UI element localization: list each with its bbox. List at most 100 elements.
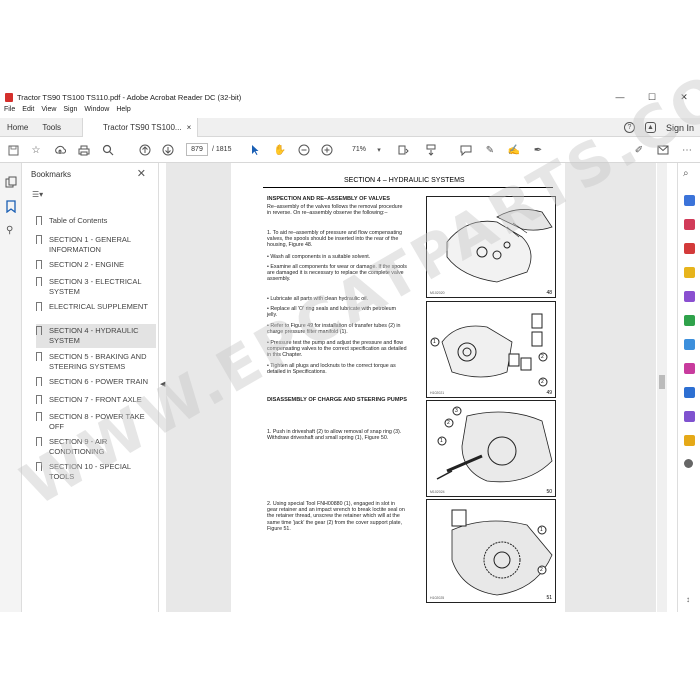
close-panel-icon[interactable]: ✕ bbox=[137, 167, 146, 180]
zoom-level[interactable]: 71% bbox=[352, 146, 366, 153]
intro-text: Re–assembly of the valves follows the re… bbox=[267, 204, 403, 217]
protect-icon[interactable] bbox=[684, 387, 695, 398]
step-text: • Wash all components in a suitable solv… bbox=[267, 254, 371, 260]
tab-document[interactable]: Tractor TS90 TS100... × bbox=[82, 117, 199, 137]
select-cursor-icon[interactable] bbox=[248, 143, 262, 157]
figure-number: 49 bbox=[546, 390, 552, 396]
heading-disassembly: DISASSEMBLY OF CHARGE AND STEERING PUMPS bbox=[267, 397, 407, 403]
figure-number: 51 bbox=[546, 595, 552, 601]
sign-in-button[interactable]: Sign In bbox=[666, 123, 694, 133]
edit-pdf-icon[interactable] bbox=[684, 243, 695, 254]
menu-view[interactable]: View bbox=[41, 106, 56, 118]
menu-sign[interactable]: Sign bbox=[63, 106, 77, 118]
notifications-icon[interactable]: ▲ bbox=[644, 122, 656, 133]
next-page-icon[interactable] bbox=[161, 143, 175, 157]
tools-settings-icon[interactable] bbox=[684, 459, 693, 468]
page-number-input[interactable]: 879 bbox=[186, 143, 208, 156]
email-icon[interactable] bbox=[656, 143, 670, 157]
bookmarks-header: Bookmarks ✕ bbox=[22, 163, 158, 185]
scan-ocr-icon[interactable] bbox=[684, 339, 695, 350]
tab-tools[interactable]: Tools bbox=[35, 118, 68, 137]
previous-page-icon[interactable] bbox=[138, 143, 152, 157]
figure-number: 50 bbox=[546, 489, 552, 495]
bookmarks-panel-icon[interactable] bbox=[6, 200, 16, 218]
zoom-in-icon[interactable] bbox=[320, 143, 334, 157]
minimize-button[interactable]: — bbox=[604, 88, 636, 106]
tab-close-icon[interactable]: × bbox=[187, 123, 192, 132]
create-pdf-icon[interactable] bbox=[684, 219, 695, 230]
bookmark-item[interactable]: SECTION 6 - POWER TRAIN bbox=[36, 377, 156, 387]
bookmark-label: SECTION 6 - POWER TRAIN bbox=[49, 377, 149, 386]
organize-pages-icon[interactable] bbox=[684, 315, 695, 326]
menu-help[interactable]: Help bbox=[116, 106, 130, 118]
expand-right-panel-icon[interactable]: ↕ bbox=[686, 595, 690, 604]
highlight-pen-icon[interactable]: ✎ bbox=[483, 143, 497, 157]
more-tools-icon[interactable]: ⋯ bbox=[680, 143, 694, 157]
acrobat-icon bbox=[5, 92, 13, 102]
attachments-icon[interactable]: ⚲ bbox=[6, 225, 13, 236]
print-icon[interactable] bbox=[77, 143, 91, 157]
fill-sign-tool-icon[interactable] bbox=[684, 363, 695, 374]
bookmark-item[interactable]: SECTION 9 - AIR CONDITIONING bbox=[36, 437, 156, 457]
combine-files-icon[interactable] bbox=[684, 291, 695, 302]
bookmark-item[interactable]: SECTION 5 - BRAKING AND STEERING SYSTEMS bbox=[36, 352, 156, 372]
figure-code: M102024 bbox=[430, 490, 445, 494]
scrollbar-thumb[interactable] bbox=[659, 375, 665, 389]
bookmark-item[interactable]: ELECTRICAL SUPPLEMENT bbox=[36, 302, 156, 312]
bookmark-item[interactable]: SECTION 8 - POWER TAKE OFF bbox=[36, 412, 156, 432]
bookmark-item[interactable]: SECTION 10 - SPECIAL TOOLS bbox=[36, 462, 156, 482]
draw-icon[interactable]: ✍ bbox=[507, 143, 521, 157]
bookmark-item[interactable]: SECTION 3 - ELECTRICAL SYSTEM bbox=[36, 277, 156, 297]
collapse-panel-icon[interactable]: ◀ bbox=[160, 380, 165, 388]
bookmark-flag-icon bbox=[36, 260, 42, 269]
pages-icon[interactable] bbox=[5, 175, 17, 193]
page-fit-icon[interactable] bbox=[396, 143, 410, 157]
comment-icon[interactable] bbox=[459, 143, 473, 157]
bookmark-star-icon[interactable]: ☆ bbox=[29, 143, 43, 157]
bookmark-flag-icon bbox=[36, 395, 42, 404]
export-pdf-icon[interactable] bbox=[684, 195, 695, 206]
tab-home[interactable]: Home bbox=[0, 118, 35, 137]
menu-edit[interactable]: Edit bbox=[22, 106, 34, 118]
figure-51: 1 2 H102025 51 bbox=[426, 499, 556, 603]
bookmark-options[interactable]: ☰▾ bbox=[22, 185, 158, 203]
callout-label: 2 bbox=[447, 420, 450, 426]
help-icon[interactable]: ? bbox=[623, 122, 635, 133]
figure-50: 1 2 3 M102024 50 bbox=[426, 400, 556, 497]
bookmark-flag-icon bbox=[36, 412, 42, 421]
zoom-dropdown-icon[interactable]: ▾ bbox=[372, 143, 386, 157]
bookmark-item[interactable]: SECTION 1 - GENERAL INFORMATION bbox=[36, 235, 156, 255]
bookmark-flag-icon bbox=[36, 377, 42, 386]
fill-sign-icon[interactable]: ✒ bbox=[531, 143, 545, 157]
page-count: / 1815 bbox=[212, 146, 232, 153]
hand-tool-icon[interactable]: ✋ bbox=[273, 143, 287, 157]
tab-bar: Home Tools Tractor TS90 TS100... × ? ▲ S… bbox=[0, 117, 700, 137]
scroll-mode-icon[interactable] bbox=[424, 143, 438, 157]
callout-label: 2 bbox=[541, 379, 544, 385]
bookmark-label: SECTION 4 - HYDRAULIC SYSTEM bbox=[49, 326, 139, 345]
more-tools-file-icon[interactable] bbox=[684, 435, 695, 446]
bookmark-label: SECTION 2 - ENGINE bbox=[49, 260, 125, 269]
edit-sign-icon[interactable]: ✐ bbox=[632, 143, 646, 157]
menu-window[interactable]: Window bbox=[84, 106, 109, 118]
send-for-signature-icon[interactable] bbox=[684, 411, 695, 422]
upload-icon[interactable] bbox=[53, 143, 67, 157]
bookmark-flag-icon bbox=[36, 216, 42, 225]
save-icon[interactable] bbox=[6, 143, 20, 157]
bookmark-item-selected[interactable]: SECTION 4 - HYDRAULIC SYSTEM bbox=[36, 324, 156, 348]
bookmark-flag-icon bbox=[36, 326, 42, 335]
comment-tool-icon[interactable] bbox=[684, 267, 695, 278]
menu-file[interactable]: File bbox=[4, 106, 15, 118]
bookmark-item[interactable]: Table of Contents bbox=[36, 216, 156, 226]
vertical-scrollbar[interactable] bbox=[657, 163, 667, 612]
bookmark-label: ELECTRICAL SUPPLEMENT bbox=[49, 302, 148, 311]
find-icon[interactable] bbox=[101, 143, 115, 157]
bookmark-options-icon[interactable]: ☰▾ bbox=[32, 190, 43, 199]
maximize-button[interactable]: ☐ bbox=[636, 88, 668, 106]
bookmark-item[interactable]: SECTION 7 - FRONT AXLE bbox=[36, 395, 156, 405]
search-tool-icon[interactable]: ⌕ bbox=[683, 168, 689, 179]
close-window-button[interactable]: ✕ bbox=[668, 88, 700, 106]
zoom-out-icon[interactable] bbox=[297, 143, 311, 157]
bookmark-item[interactable]: SECTION 2 - ENGINE bbox=[36, 260, 156, 270]
step-text: 1. Push in driveshaft (2) to allow remov… bbox=[267, 429, 402, 442]
